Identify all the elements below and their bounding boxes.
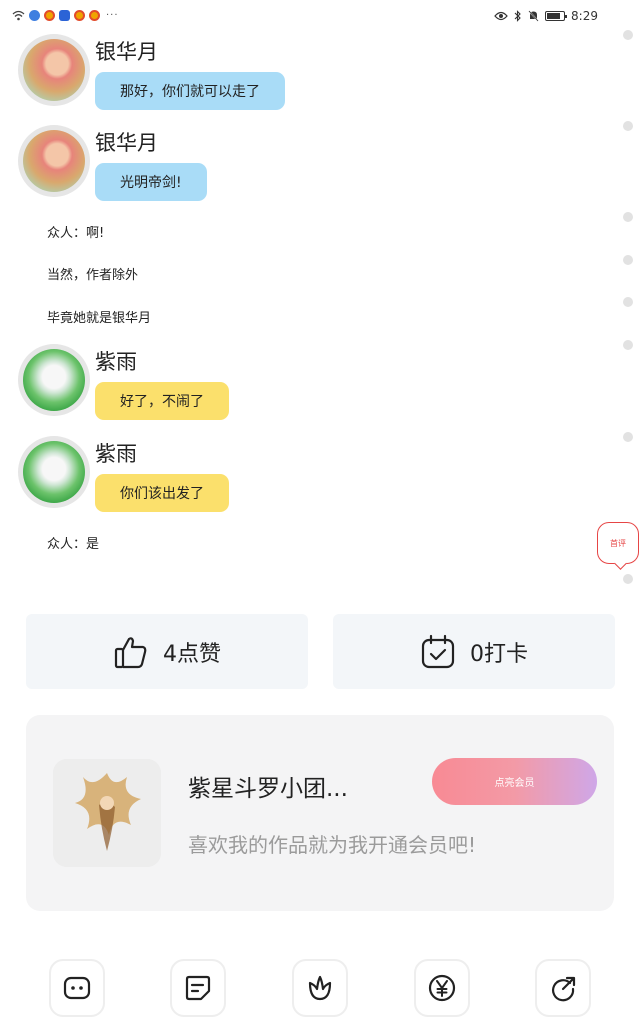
vpn-icon: [59, 10, 70, 21]
flower-button[interactable]: [292, 959, 348, 1017]
reward-button[interactable]: [414, 959, 470, 1017]
comment-dot[interactable]: [623, 30, 633, 40]
message-bubble: 你们该出发了: [95, 474, 229, 512]
notification-icons: ···: [12, 10, 119, 21]
avatar[interactable]: [18, 125, 90, 197]
like-button[interactable]: 4点赞: [26, 614, 308, 689]
mute-icon: [528, 10, 539, 22]
weibo-icon: [89, 10, 100, 21]
comment-button[interactable]: [49, 959, 105, 1017]
battery-level: [547, 13, 560, 19]
thumbs-up-icon: [114, 636, 147, 668]
share-icon: [551, 976, 576, 1002]
speaker-name: 紫雨: [95, 442, 137, 466]
avatar[interactable]: [18, 436, 90, 508]
battery-icon: [545, 11, 568, 21]
overflow-dots: ···: [106, 10, 119, 21]
narration-text: 众人：是: [47, 537, 100, 552]
note-button[interactable]: [170, 959, 226, 1017]
avatar[interactable]: [18, 34, 90, 106]
member-card: 紫星斗罗小团... 喜欢我的作品就为我开通会员吧! 点亮会员: [26, 715, 614, 911]
eye-icon: [494, 11, 508, 21]
first-comment-badge[interactable]: 首评: [597, 522, 639, 564]
weibo-icon: [74, 10, 85, 21]
speaker-name: 紫雨: [95, 350, 137, 374]
comment-dot[interactable]: [623, 212, 633, 222]
calendar-check-icon: [421, 634, 455, 668]
checkin-button[interactable]: 0打卡: [333, 614, 615, 689]
wifi-icon: [12, 10, 25, 21]
author-name[interactable]: 紫星斗罗小团...: [188, 769, 348, 803]
clock: 8:29: [571, 9, 598, 23]
comment-icon: [63, 976, 91, 1000]
note-icon: [185, 975, 211, 1001]
message-bubble: 光明帝剑!: [95, 163, 207, 201]
flower-icon: [308, 975, 332, 1001]
message-bubble: 那好，你们就可以走了: [95, 72, 285, 110]
message-bubble: 好了，不闹了: [95, 382, 229, 420]
work-cover-image: [53, 759, 161, 867]
like-count: 4点赞: [163, 641, 221, 667]
bluetooth-icon: [514, 10, 521, 22]
comment-dot[interactable]: [623, 574, 633, 584]
comment-dot[interactable]: [623, 121, 633, 131]
speaker-name: 银华月: [95, 131, 158, 155]
system-icons: 8:29: [494, 9, 598, 23]
narration-text: 当然，作者除外: [47, 268, 139, 283]
avatar[interactable]: [18, 344, 90, 416]
work-thumbnail[interactable]: [53, 759, 161, 867]
comment-dot[interactable]: [623, 255, 633, 265]
checkin-count: 0打卡: [470, 641, 528, 667]
share-button[interactable]: [535, 959, 591, 1017]
activate-membership-button[interactable]: 点亮会员: [432, 758, 597, 805]
member-prompt: 喜欢我的作品就为我开通会员吧!: [188, 833, 477, 857]
narration-text: 毕竟她就是银华月: [47, 311, 152, 326]
comment-dot[interactable]: [623, 432, 633, 442]
comment-dot[interactable]: [623, 297, 633, 307]
comment-dot[interactable]: [623, 340, 633, 350]
status-bar: ··· 8:29: [0, 0, 640, 36]
weibo-icon: [44, 10, 55, 21]
speaker-name: 银华月: [95, 40, 158, 64]
narration-text: 众人：啊!: [47, 226, 105, 241]
yen-icon: [428, 974, 456, 1002]
app-icon: [29, 10, 40, 21]
